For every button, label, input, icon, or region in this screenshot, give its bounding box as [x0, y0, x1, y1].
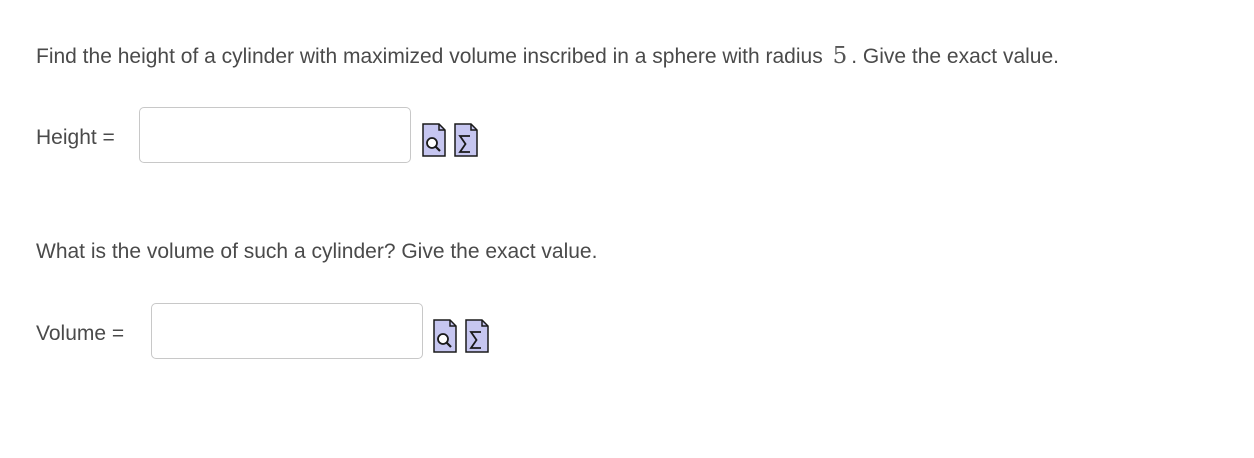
sphere-radius-value: 5	[832, 43, 848, 69]
volume-preview-icon[interactable]	[433, 319, 457, 353]
height-equation-editor-icon[interactable]	[454, 123, 478, 157]
height-preview-icon[interactable]	[422, 123, 446, 157]
height-answer-row: Height =	[36, 107, 496, 165]
volume-answer-row: Volume =	[36, 303, 506, 361]
height-input[interactable]	[139, 107, 411, 163]
question-height-instruction: . Give the exact value.	[851, 45, 1059, 68]
question-volume-prompt: What is the volume of such a cylinder? G…	[36, 239, 597, 265]
volume-equation-editor-icon[interactable]	[465, 319, 489, 353]
volume-input[interactable]	[151, 303, 423, 359]
volume-label: Volume =	[36, 322, 125, 345]
question-height-text: Find the height of a cylinder with maxim…	[36, 45, 823, 68]
question-height-prompt: Find the height of a cylinder with maxim…	[36, 43, 1059, 70]
height-label: Height =	[36, 126, 115, 149]
question-volume-text: What is the volume of such a cylinder? G…	[36, 240, 598, 263]
